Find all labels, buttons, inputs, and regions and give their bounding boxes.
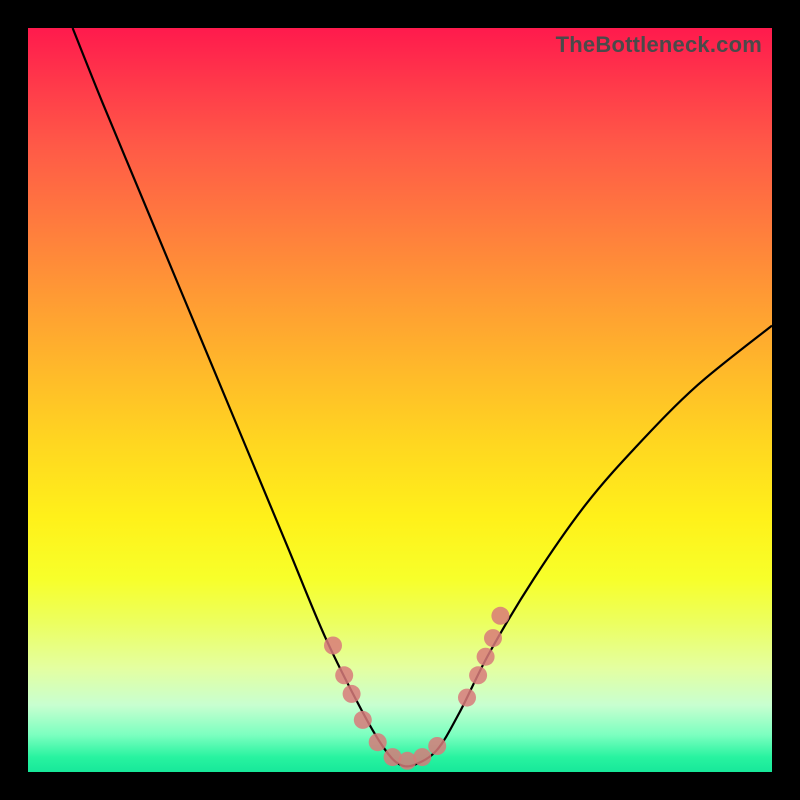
highlight-dots: [324, 607, 509, 770]
highlight-dot: [469, 666, 487, 684]
highlight-dot: [477, 648, 495, 666]
highlight-dot: [428, 737, 446, 755]
chart-frame: TheBottleneck.com: [0, 0, 800, 800]
bottleneck-curve: [73, 28, 772, 766]
highlight-dot: [491, 607, 509, 625]
highlight-dot: [335, 666, 353, 684]
highlight-dot: [484, 629, 502, 647]
highlight-dot: [324, 637, 342, 655]
highlight-dot: [413, 748, 431, 766]
highlight-dot: [343, 685, 361, 703]
highlight-dot: [458, 689, 476, 707]
curve-svg: [28, 28, 772, 772]
plot-area: TheBottleneck.com: [28, 28, 772, 772]
highlight-dot: [354, 711, 372, 729]
highlight-dot: [369, 733, 387, 751]
